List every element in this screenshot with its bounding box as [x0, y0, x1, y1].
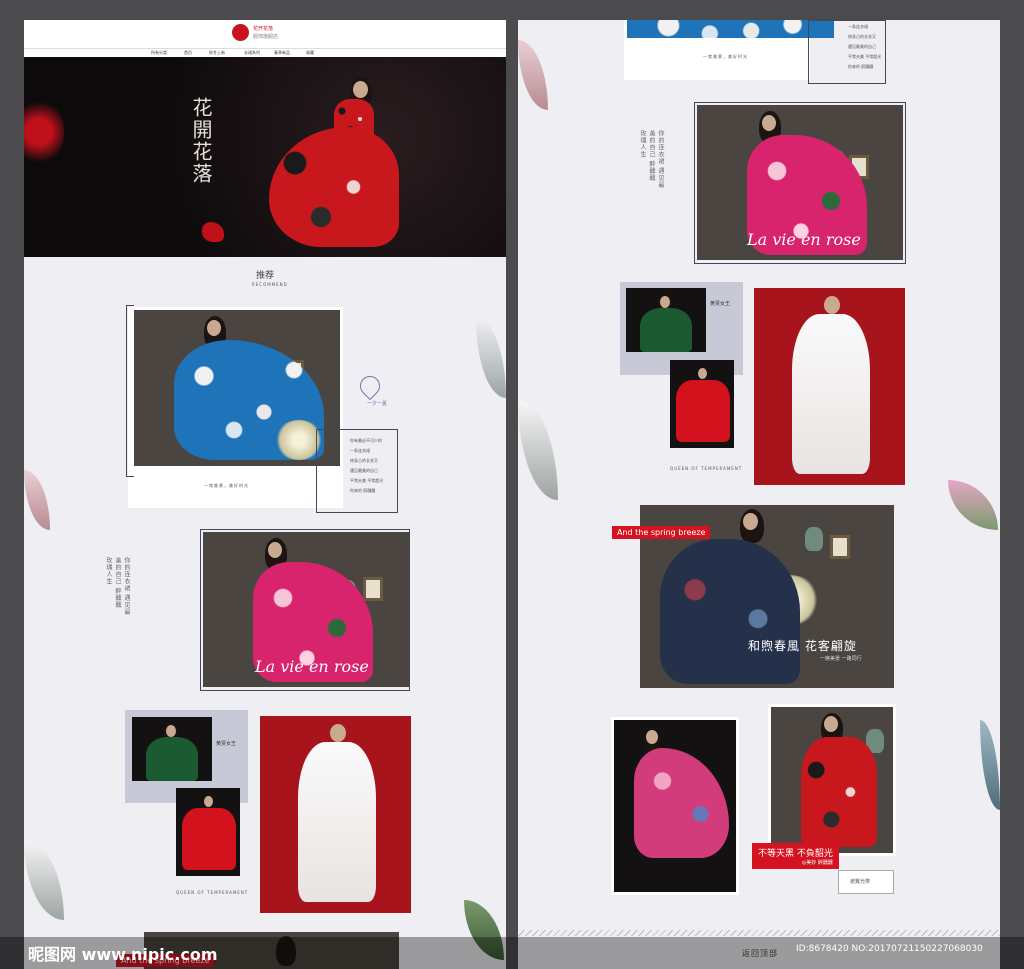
xia-label: 一夕一夏: [367, 401, 388, 407]
brand-name: 花开花落: [253, 26, 274, 32]
white-lily-decoration-right: [518, 400, 558, 500]
logo-icon[interactable]: [232, 24, 249, 41]
xia-logo-icon: [355, 371, 385, 401]
small-box-text: 遮翼光帶: [850, 879, 871, 885]
poem-line: 遇见最美的自己: [848, 44, 876, 49]
red-slogan: 不等天黑 不負韶光: [758, 849, 833, 859]
poem-line: 遇见最美的自己: [350, 468, 378, 473]
white-lily-decoration: [24, 840, 64, 920]
recommend-caption: 一席美景，美好时光: [204, 483, 249, 488]
poem-line: 一条连衣裙: [848, 24, 868, 29]
right-pink-dress-photo[interactable]: La vie en rose: [697, 105, 903, 260]
poem-line: 修身凸的长衣又: [350, 458, 378, 463]
left-vertical-text: 你的连衣裙 遇见最美的自己 醉醺醺 玫瑰人生: [105, 557, 130, 616]
hero-model: [264, 57, 404, 257]
nav-item-dress[interactable]: 长裙系列: [244, 50, 260, 56]
red-slogan-sub: ◎美妙 醉醺醺: [801, 860, 833, 866]
queen-label: 黄贾女王: [216, 741, 237, 747]
right-spring-breeze-label: And the spring breeze: [612, 526, 711, 539]
red-floral-photo[interactable]: [771, 707, 893, 853]
la-vie-en-rose-script: La vie en rose: [255, 657, 369, 676]
recommend-sub: RECOMMEND: [252, 282, 288, 287]
pink-tulip-decoration: [948, 480, 998, 530]
pink-flower-decoration: [24, 470, 50, 530]
poem-line: 你来的 醉醺醺: [350, 488, 376, 493]
red-shoes-decoration: [202, 222, 224, 242]
spring-title: 和煦春風 花客翩旋: [748, 639, 857, 653]
right-poem-lines: 一条连衣裙 修身凸的长衣又 遇见最美的自己 平常夫美 平常超光 你来的 醉醺醺: [848, 22, 881, 72]
right-vertical-text: 你的连衣裙 遇见最美的自己 醉醺醺 玫瑰人生: [639, 130, 664, 189]
nav-item-spring[interactable]: 春季新品: [274, 50, 290, 56]
watermark-id: ID:8678420 NO:20170721150227068030: [796, 944, 983, 954]
recommend-card-outline: [126, 305, 134, 477]
rose-petal-decoration: [24, 97, 64, 167]
top-blue-photo[interactable]: [627, 20, 834, 38]
poem-line: 平常夫美 平常超光: [848, 54, 882, 59]
flying-dress-photo[interactable]: [614, 720, 736, 892]
right-green-dress-photo[interactable]: [626, 288, 706, 352]
store-header: 花开花落 服饰旗舰店 所有分类 首页 秋冬上新 长裙系列 春季新品 收藏: [24, 20, 506, 57]
right-white-cape-photo[interactable]: [754, 288, 905, 485]
blue-dress-photo[interactable]: [134, 310, 340, 466]
brand-sub: 服饰旗舰店: [253, 34, 279, 40]
nav-item-home[interactable]: 首页: [184, 50, 192, 56]
nav-bar: 所有分类 首页 秋冬上新 长裙系列 春季新品 收藏: [24, 48, 506, 57]
hero-title: 花開花落: [189, 97, 213, 185]
right-queen-label: 黄贾女王: [710, 301, 731, 307]
red-gown-photo[interactable]: [176, 788, 240, 876]
pink-flower-decoration-right: [518, 40, 548, 110]
right-red-gown-photo[interactable]: [670, 360, 734, 448]
poem-lines: 你有最必不可少的 一条连衣裙 修身凸的长衣又 遇见最美的自己 平常夫美 平常超光…: [350, 436, 383, 496]
recommend-label: 推荐: [256, 271, 275, 281]
poem-line: 你有最必不可少的: [350, 438, 382, 443]
zigzag-divider: [518, 930, 1000, 936]
pink-dress-photo[interactable]: La vie en rose: [203, 532, 409, 687]
queen-english-label: QUEEN OF TEMPERAMENT: [176, 890, 249, 895]
poem-line: 你来的 醉醺醺: [848, 64, 874, 69]
right-queen-english-label: QUEEN OF TEMPERAMENT: [670, 466, 743, 471]
nav-item-all[interactable]: 所有分类: [151, 50, 167, 56]
hero-banner[interactable]: 花開花落: [24, 57, 506, 257]
poem-line: 一条连衣裙: [350, 448, 370, 453]
right-la-vie-en-rose-script: La vie en rose: [747, 230, 861, 249]
watermark-site: 昵图网 www.nipic.com: [28, 945, 218, 964]
nav-item-new[interactable]: 秋冬上新: [209, 50, 225, 56]
red-slogan-label: 不等天黑 不負韶光 ◎美妙 醉醺醺: [752, 843, 839, 869]
top-caption: 一席美景，美好时光: [703, 54, 748, 59]
nav-item-favorite[interactable]: 收藏: [306, 50, 314, 56]
poem-line: 修身凸的长衣又: [848, 34, 876, 39]
poem-line: 平常夫美 平常超光: [350, 478, 384, 483]
blue-leaf-decoration: [980, 720, 1000, 810]
white-cape-photo[interactable]: [260, 716, 411, 913]
green-dress-photo[interactable]: [132, 717, 212, 781]
left-page-panel: 花开花落 服饰旗舰店 所有分类 首页 秋冬上新 长裙系列 春季新品 收藏 花開花…: [24, 20, 506, 969]
right-page-panel: 一席美景，美好时光 一条连衣裙 修身凸的长衣又 遇见最美的自己 平常夫美 平常超…: [518, 20, 1000, 969]
lily-flower-decoration: [476, 318, 506, 398]
spring-sub: 一席美景 一路同行: [820, 656, 862, 662]
